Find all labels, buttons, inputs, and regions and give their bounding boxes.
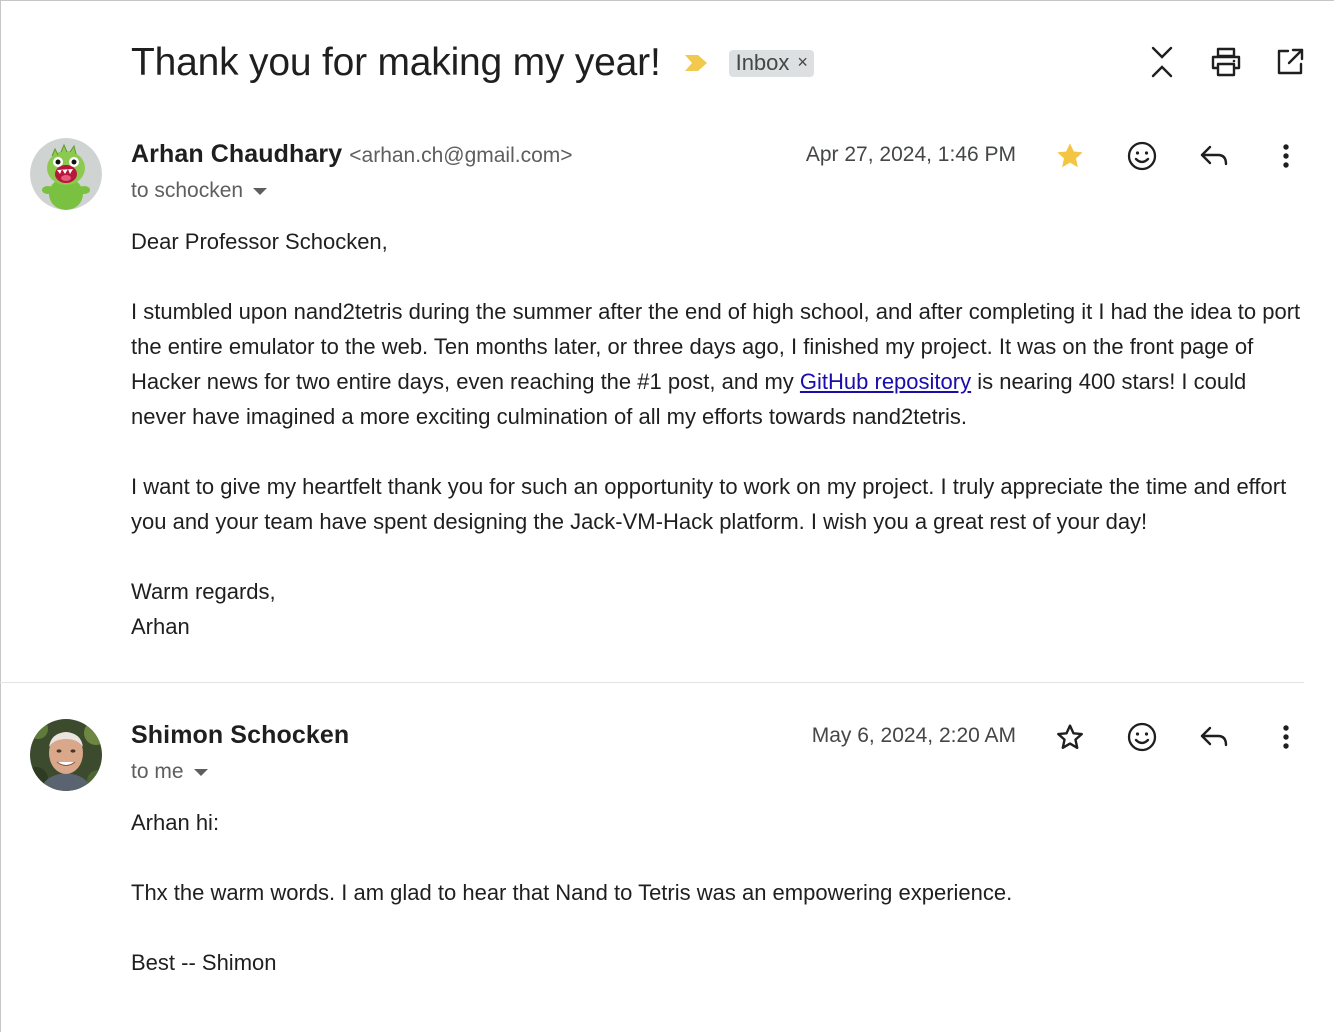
thread-toolbar (1144, 44, 1308, 80)
paragraph: I stumbled upon nand2tetris during the s… (131, 294, 1306, 434)
more-options-icon[interactable] (1268, 138, 1304, 174)
more-options-icon[interactable] (1268, 719, 1304, 755)
open-in-new-window-icon[interactable] (1272, 44, 1308, 80)
label-chip-inbox: Inbox × (728, 49, 814, 77)
sender-name[interactable]: Shimon Schocken (131, 721, 349, 750)
recipient-details-toggle[interactable]: to schocken (131, 179, 268, 203)
sender-name[interactable]: Arhan Chaudhary (131, 140, 342, 169)
github-repository-link[interactable]: GitHub repository (800, 369, 971, 394)
recipient-text: to me (131, 760, 184, 783)
paragraph: Thx the warm words. I am glad to hear th… (131, 880, 1013, 905)
signoff-name: Arhan (131, 614, 190, 639)
star-outline-icon[interactable] (1052, 719, 1088, 755)
print-icon[interactable] (1208, 44, 1244, 80)
signoff-line: Warm regards, (131, 579, 276, 604)
message-body: Dear Professor Schocken, I stumbled upon… (131, 224, 1306, 644)
emoji-reaction-icon[interactable] (1124, 138, 1160, 174)
sender-line: Shimon Schocken (131, 721, 349, 750)
greeting: Dear Professor Schocken, (131, 229, 388, 254)
message-date: May 6, 2024, 2:20 AM (811, 724, 1016, 747)
collapse-all-icon[interactable] (1144, 44, 1180, 80)
remove-label-button[interactable]: × (797, 52, 808, 73)
sender-line: Arhan Chaudhary <arhan.ch@gmail.com> (131, 140, 573, 169)
thread-subject: Thank you for making my year! (131, 41, 661, 84)
message-body: Arhan hi: Thx the warm words. I am glad … (131, 805, 1306, 980)
paragraph: I want to give my heartfelt thank you fo… (131, 474, 1287, 534)
message-actions (1052, 138, 1304, 174)
emoji-reaction-icon[interactable] (1124, 719, 1160, 755)
importance-marker-icon[interactable] (683, 53, 709, 73)
chevron-down-icon (193, 768, 208, 776)
greeting: Arhan hi: (131, 810, 220, 835)
message-date: Apr 27, 2024, 1:46 PM (805, 143, 1016, 166)
recipient-text: to schocken (131, 179, 244, 202)
reply-icon[interactable] (1196, 138, 1232, 174)
sender-email: <arhan.ch@gmail.com> (349, 144, 573, 167)
chevron-down-icon (253, 187, 268, 195)
star-icon[interactable] (1052, 138, 1088, 174)
avatar[interactable] (30, 719, 102, 791)
signoff: Warm regards, Arhan (131, 574, 1306, 644)
message-actions (1052, 719, 1304, 755)
signoff: Best -- Shimon (131, 950, 277, 975)
avatar[interactable] (30, 138, 102, 210)
reply-icon[interactable] (1196, 719, 1232, 755)
recipient-details-toggle[interactable]: to me (131, 760, 208, 784)
message-divider (0, 682, 1304, 683)
label-chip-text: Inbox (735, 49, 790, 75)
subject-row: Thank you for making my year! Inbox × (131, 38, 814, 88)
